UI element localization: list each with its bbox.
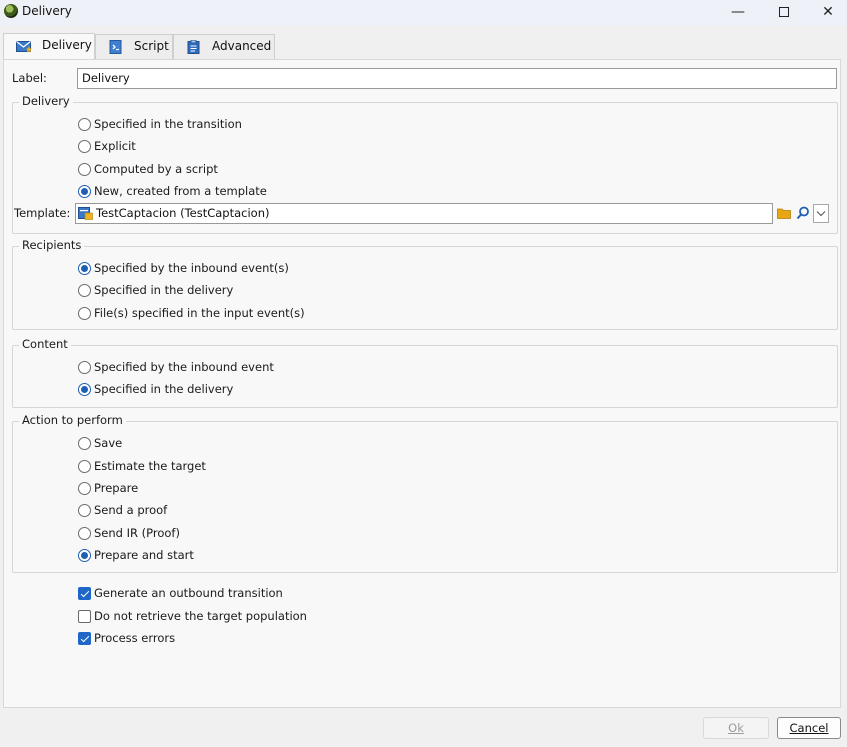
radio-indicator <box>78 163 91 176</box>
label-input[interactable]: Delivery <box>77 68 837 89</box>
radio-indicator <box>78 361 91 374</box>
checkbox-indicator <box>78 587 91 600</box>
tab-label: Delivery <box>42 38 92 52</box>
radio-indicator <box>78 284 91 297</box>
option-label: Prepare <box>94 481 139 495</box>
template-label: Template: <box>14 206 71 220</box>
folder-icon[interactable] <box>777 207 791 219</box>
checkbox-label: Process errors <box>94 631 176 645</box>
close-button[interactable]: ✕ <box>817 2 839 22</box>
radio-indicator <box>78 527 91 540</box>
template-input[interactable]: TestCaptacion (TestCaptacion) <box>75 203 773 224</box>
action-group: Action to perform Save Estimate the targ… <box>12 413 838 573</box>
option-label: Send IR (Proof) <box>94 526 180 540</box>
maximize-button[interactable] <box>773 2 795 22</box>
script-icon <box>109 40 122 54</box>
content-group-legend: Content <box>19 337 71 351</box>
delivery-group-legend: Delivery <box>19 94 73 108</box>
option-label: Estimate the target <box>94 459 206 473</box>
content-group: Content Specified by the inbound event S… <box>12 337 838 408</box>
template-value: TestCaptacion (TestCaptacion) <box>96 206 270 220</box>
option-label: New, created from a template <box>94 184 267 198</box>
option-label: Computed by a script <box>94 162 218 176</box>
minimize-button[interactable]: — <box>727 2 749 22</box>
clipboard-icon <box>187 40 200 54</box>
template-dropdown-button[interactable] <box>813 204 829 223</box>
tab-advanced[interactable]: Advanced <box>173 34 275 59</box>
radio-indicator <box>78 383 91 396</box>
radio-indicator <box>78 504 91 517</box>
radio-indicator <box>78 185 91 198</box>
recipients-group-legend: Recipients <box>19 238 85 252</box>
radio-indicator <box>78 307 91 320</box>
ok-label: Ok <box>728 721 744 735</box>
option-label: Prepare and start <box>94 548 194 562</box>
cancel-label: Cancel <box>789 721 829 735</box>
option-label: Send a proof <box>94 503 168 517</box>
title-bar: Delivery — ✕ <box>0 0 847 26</box>
checkbox-indicator <box>78 632 91 645</box>
checkbox-label: Generate an outbound transition <box>94 586 283 600</box>
label-field-label: Label: <box>12 71 47 85</box>
delivery-panel: Label: Delivery Delivery Specified in th… <box>3 59 841 708</box>
option-label: Specified in the delivery <box>94 382 234 396</box>
option-label: Specified in the transition <box>94 117 242 131</box>
radio-indicator <box>78 437 91 450</box>
radio-indicator <box>78 460 91 473</box>
option-label: Save <box>94 436 123 450</box>
tab-label: Advanced <box>212 39 272 53</box>
template-doc-icon <box>78 207 93 220</box>
window-title: Delivery <box>22 4 72 18</box>
option-label: Specified by the inbound event(s) <box>94 261 289 275</box>
option-label: File(s) specified in the input event(s) <box>94 306 305 320</box>
app-logo-icon <box>4 4 18 18</box>
radio-indicator <box>78 262 91 275</box>
option-label: Specified in the delivery <box>94 283 234 297</box>
option-label: Explicit <box>94 139 136 153</box>
cancel-button[interactable]: Cancel <box>777 717 841 739</box>
radio-indicator <box>78 140 91 153</box>
envelope-star-icon <box>16 41 32 53</box>
ok-button[interactable]: Ok <box>703 717 769 739</box>
radio-indicator <box>78 482 91 495</box>
radio-indicator <box>78 549 91 562</box>
search-icon[interactable] <box>796 206 810 220</box>
delivery-group: Delivery Specified in the transition Exp… <box>12 94 838 234</box>
chevron-down-icon <box>816 211 826 217</box>
checkbox-label: Do not retrieve the target population <box>94 609 307 623</box>
maximize-icon <box>779 7 789 17</box>
recipients-group: Recipients Specified by the inbound even… <box>12 238 838 330</box>
option-label: Specified by the inbound event <box>94 360 274 374</box>
tab-delivery[interactable]: Delivery <box>3 33 95 60</box>
tab-script[interactable]: Script <box>95 34 173 59</box>
tab-label: Script <box>134 39 169 53</box>
radio-indicator <box>78 118 91 131</box>
checkbox-indicator <box>78 610 91 623</box>
action-group-legend: Action to perform <box>19 413 126 427</box>
